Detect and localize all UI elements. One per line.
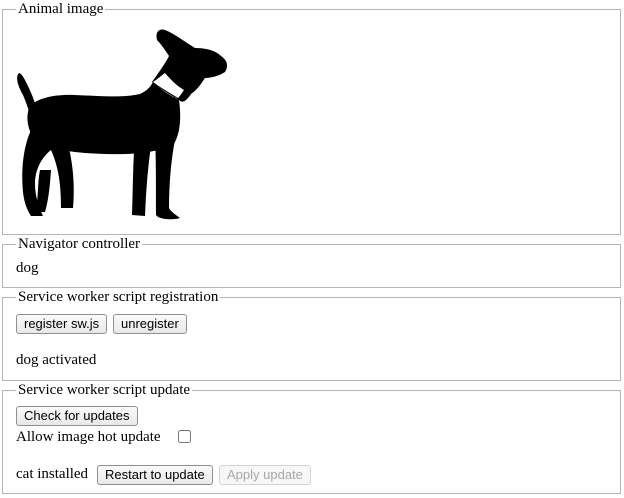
animal-image-section: Animal image bbox=[2, 1, 621, 235]
update-section: Service worker script update Check for u… bbox=[2, 382, 621, 494]
hot-update-label: Allow image hot update bbox=[16, 429, 161, 445]
navigator-controller-legend: Navigator controller bbox=[16, 236, 143, 253]
registration-status: dog activated bbox=[16, 352, 97, 368]
restart-to-update-button[interactable]: Restart to update bbox=[97, 465, 213, 485]
update-legend: Service worker script update bbox=[16, 382, 193, 399]
update-status: cat installed bbox=[16, 466, 89, 482]
dog-silhouette-icon bbox=[17, 29, 228, 220]
register-button[interactable]: register sw.js bbox=[16, 314, 108, 334]
navigator-controller-section: Navigator controller dog bbox=[2, 236, 621, 288]
controller-value: dog bbox=[16, 260, 39, 276]
registration-section: Service worker script registration regis… bbox=[2, 289, 621, 381]
hot-update-checkbox[interactable] bbox=[178, 430, 191, 443]
unregister-button[interactable]: unregister bbox=[113, 314, 187, 334]
animal-image-legend: Animal image bbox=[16, 1, 106, 18]
registration-legend: Service worker script registration bbox=[16, 289, 221, 306]
check-updates-button[interactable]: Check for updates bbox=[16, 406, 138, 426]
apply-update-button[interactable]: Apply update bbox=[219, 465, 311, 485]
